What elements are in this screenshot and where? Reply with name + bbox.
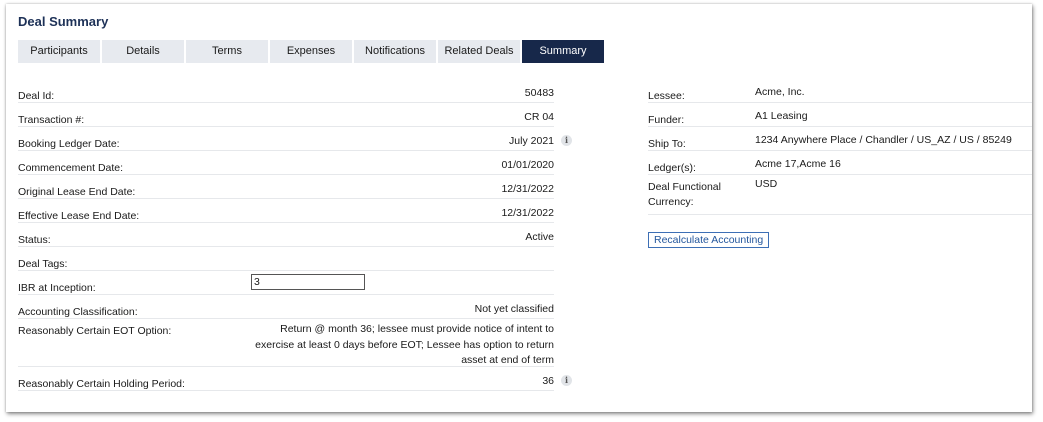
tab-details[interactable]: Details: [102, 40, 184, 63]
deal-tags-row: Deal Tags:: [18, 247, 554, 271]
ship-to-row: Ship To: 1234 Anywhere Place / Chandler …: [648, 127, 1032, 151]
tab-summary[interactable]: Summary: [522, 40, 604, 63]
status-value: Active: [525, 231, 554, 243]
effective-lease-end-date-row: Effective Lease End Date: 12/31/2022: [18, 199, 554, 223]
booking-ledger-date-row: Booking Ledger Date: July 2021 i: [18, 127, 572, 151]
ibr-at-inception-label: IBR at Inception:: [18, 282, 96, 294]
deal-id-label: Deal Id:: [18, 90, 55, 102]
accounting-classification-value: Not yet classified: [474, 303, 554, 315]
info-icon[interactable]: i: [561, 375, 572, 386]
recalculate-accounting-button[interactable]: Recalculate Accounting: [648, 232, 770, 248]
tab-participants[interactable]: Participants: [18, 40, 100, 63]
eot-option-label: Reasonably Certain EOT Option:: [18, 325, 172, 337]
commencement-date-label: Commencement Date:: [18, 162, 124, 174]
status-row: Status: Active: [18, 223, 554, 247]
funder-label: Funder:: [648, 114, 685, 126]
holding-period-row: Reasonably Certain Holding Period: 36 i: [18, 367, 572, 391]
eot-option-value: Return @ month 36; lessee must provide n…: [255, 323, 554, 366]
lessee-value: Acme, Inc.: [755, 86, 805, 98]
page-title: Deal Summary: [18, 14, 109, 29]
info-icon[interactable]: i: [561, 135, 572, 146]
holding-period-value: 36: [542, 375, 554, 387]
ibr-at-inception-row: IBR at Inception:: [18, 271, 554, 295]
ledgers-label: Ledger(s):: [648, 162, 696, 174]
ship-to-value: 1234 Anywhere Place / Chandler / US_AZ /…: [755, 134, 1012, 146]
commencement-date-row: Commencement Date: 01/01/2020: [18, 151, 554, 175]
tab-terms[interactable]: Terms: [186, 40, 268, 63]
tab-bar: Participants Details Terms Expenses Noti…: [18, 40, 606, 63]
deal-tags-label: Deal Tags:: [18, 258, 68, 270]
funder-row: Funder: A1 Leasing: [648, 103, 1032, 127]
tab-notifications[interactable]: Notifications: [354, 40, 436, 63]
deal-fields-right: Lessee: Acme, Inc. Funder: A1 Leasing Sh…: [648, 79, 1032, 215]
ship-to-label: Ship To:: [648, 138, 686, 150]
functional-currency-label: Deal Functional Currency:: [648, 181, 721, 208]
funder-value: A1 Leasing: [755, 110, 808, 122]
ibr-at-inception-input[interactable]: [251, 274, 365, 290]
functional-currency-value: USD: [755, 178, 778, 190]
effective-lease-end-date-value: 12/31/2022: [501, 207, 554, 219]
tab-expenses[interactable]: Expenses: [270, 40, 352, 63]
status-label: Status:: [18, 234, 51, 246]
accounting-classification-label: Accounting Classification:: [18, 306, 138, 318]
functional-currency-row: Deal Functional Currency: USD: [648, 175, 1032, 215]
ledgers-row: Ledger(s): Acme 17,Acme 16: [648, 151, 1032, 175]
original-lease-end-date-row: Original Lease End Date: 12/31/2022: [18, 175, 554, 199]
accounting-classification-row: Accounting Classification: Not yet class…: [18, 295, 554, 319]
booking-ledger-date-label: Booking Ledger Date:: [18, 138, 120, 150]
original-lease-end-date-label: Original Lease End Date:: [18, 186, 136, 198]
eot-option-row: Reasonably Certain EOT Option: Return @ …: [18, 319, 554, 367]
tab-related-deals[interactable]: Related Deals: [438, 40, 520, 63]
original-lease-end-date-value: 12/31/2022: [501, 183, 554, 195]
commencement-date-value: 01/01/2020: [501, 159, 554, 171]
lessee-label: Lessee:: [648, 90, 685, 102]
effective-lease-end-date-label: Effective Lease End Date:: [18, 210, 140, 222]
ledgers-value: Acme 17,Acme 16: [755, 158, 841, 170]
deal-id-value: 50483: [524, 87, 554, 99]
transaction-value: CR 04: [524, 111, 554, 123]
transaction-row: Transaction #: CR 04: [18, 103, 554, 127]
deal-fields-left: Deal Id: 50483 Transaction #: CR 04 Book…: [18, 79, 572, 391]
deal-id-row: Deal Id: 50483: [18, 79, 554, 103]
booking-ledger-date-value: July 2021: [509, 135, 554, 147]
lessee-row: Lessee: Acme, Inc.: [648, 79, 1032, 103]
deal-summary-panel: Deal Summary Participants Details Terms …: [6, 4, 1032, 412]
holding-period-label: Reasonably Certain Holding Period:: [18, 378, 185, 390]
transaction-label: Transaction #:: [18, 114, 85, 126]
